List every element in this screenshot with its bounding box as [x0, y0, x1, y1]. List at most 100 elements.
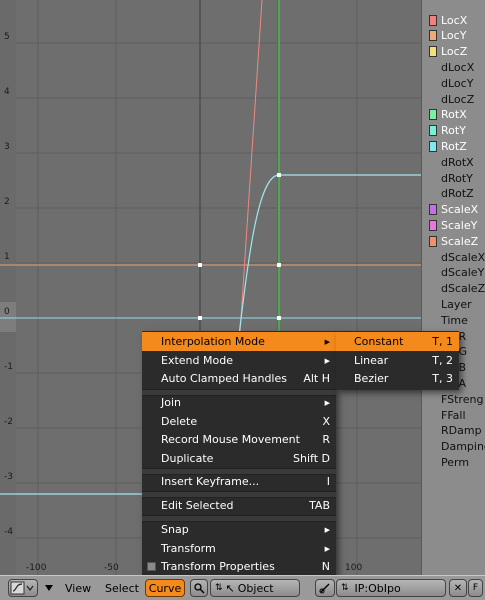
interpolation-submenu[interactable]: Constant T, 1 Linear T, 2 Bezier T, 3: [336, 331, 459, 390]
fake-user-icon[interactable]: F: [468, 579, 483, 597]
channel-label: LocY: [441, 29, 467, 43]
menu-item-label: Linear: [354, 354, 389, 367]
channel-ffall[interactable]: FFall: [422, 407, 485, 423]
channel-time[interactable]: Time: [422, 312, 485, 328]
menu-item-label: Record Mouse Movement: [161, 433, 300, 446]
keyframe-point: [277, 173, 281, 177]
channel-label: RotX: [441, 108, 467, 122]
updown-icon: ⇅: [341, 583, 349, 593]
menu-item-label: Constant: [354, 335, 404, 348]
channel-rotx[interactable]: RotX: [422, 107, 485, 123]
channel-scalez[interactable]: ScaleZ: [422, 233, 485, 249]
channel-drotx[interactable]: dRotX: [422, 154, 485, 170]
channel-layer[interactable]: Layer: [422, 296, 485, 312]
channel-label: FStreng: [441, 392, 484, 406]
menu-item-constant[interactable]: Constant T, 1: [336, 332, 459, 351]
channel-fstreng[interactable]: FStreng: [422, 391, 485, 407]
channel-label: dRotX: [441, 155, 474, 169]
channel-rdamp[interactable]: RDamp: [422, 423, 485, 439]
channel-dscaley[interactable]: dScaleY: [422, 265, 485, 281]
channel-color-swatch[interactable]: [429, 235, 437, 247]
keyframe-point: [198, 316, 202, 320]
menu-item-edit-selected[interactable]: Edit Selected TAB: [142, 496, 336, 515]
y-tick-label: 0: [4, 307, 10, 317]
channel-dscalex[interactable]: dScaleX: [422, 249, 485, 265]
channel-rotz[interactable]: RotZ: [422, 138, 485, 154]
menu-item-shortcut: R: [322, 433, 330, 446]
menu-item-extend-mode[interactable]: Extend Mode ▶: [142, 351, 336, 370]
menu-item-label: Transform Properties: [161, 560, 275, 573]
menu-item-label: Edit Selected: [161, 499, 234, 512]
channel-dscalez[interactable]: dScaleZ: [422, 281, 485, 297]
channel-label: LocX: [441, 13, 468, 27]
channel-color-swatch[interactable]: [429, 140, 437, 152]
editor-type-button[interactable]: [8, 579, 38, 597]
close-icon[interactable]: ✕: [449, 579, 467, 597]
menu-item-delete[interactable]: Delete X: [142, 412, 336, 431]
channel-locz[interactable]: LocZ: [422, 44, 485, 60]
menu-item-transform[interactable]: Transform ▶: [142, 539, 336, 558]
channel-dlocy[interactable]: dLocY: [422, 75, 485, 91]
menu-item-linear[interactable]: Linear T, 2: [336, 351, 459, 370]
x-tick-label: -100: [26, 563, 47, 573]
menu-item-insert-keyframe[interactable]: Insert Keyframe... I: [142, 472, 336, 491]
pin-icon[interactable]: [190, 579, 208, 597]
select-menu[interactable]: Select: [105, 579, 139, 597]
link-icon[interactable]: [315, 579, 335, 597]
channel-color-swatch[interactable]: [429, 30, 437, 42]
channel-list[interactable]: LocX LocY LocZ dLocX dLocY dLocZ RotX RotY RotZ d…: [421, 0, 485, 575]
channel-label: Time: [441, 313, 468, 327]
channel-color-swatch[interactable]: [429, 14, 437, 26]
channel-color-swatch[interactable]: [429, 109, 437, 121]
channel-label: dLocY: [441, 76, 474, 90]
curve-menu[interactable]: Interpolation Mode ▶ Extend Mode ▶ Auto …: [142, 331, 336, 575]
menu-item-label: Transform: [161, 542, 216, 555]
ipo-type-select[interactable]: ⇅ ↖ Object: [210, 579, 300, 597]
y-tick-label: 4: [4, 87, 10, 97]
channel-locy[interactable]: LocY: [422, 28, 485, 44]
channel-scaley[interactable]: ScaleY: [422, 217, 485, 233]
ipo-block-select[interactable]: ⇅ IP:ObIpo: [336, 579, 446, 597]
channel-label: ScaleX: [441, 203, 479, 217]
channel-label: dScaleZ: [441, 282, 485, 296]
channel-color-swatch[interactable]: [429, 204, 437, 216]
view-menu[interactable]: View: [65, 579, 91, 597]
y-tick-label: -1: [4, 362, 13, 372]
channel-dlocx[interactable]: dLocX: [422, 59, 485, 75]
channel-label: dLocX: [441, 60, 475, 74]
channel-color-swatch[interactable]: [429, 46, 437, 58]
y-tick-label: -4: [4, 527, 13, 537]
menu-item-bezier[interactable]: Bezier T, 3: [336, 369, 459, 388]
menu-item-label: Bezier: [354, 372, 389, 385]
menu-item-duplicate[interactable]: Duplicate Shift D: [142, 449, 336, 468]
menu-item-shortcut: X: [322, 415, 330, 428]
curve-menu-button[interactable]: Curve: [145, 579, 185, 597]
object-type-icon: ↖: [225, 581, 235, 595]
menu-item-interpolation-mode[interactable]: Interpolation Mode ▶: [142, 332, 336, 351]
channel-label: RotZ: [441, 139, 467, 153]
menu-item-auto-clamped-handles[interactable]: Auto Clamped Handles Alt H: [142, 369, 336, 388]
channel-droty[interactable]: dRotY: [422, 170, 485, 186]
channel-color-swatch[interactable]: [429, 219, 437, 231]
channel-label: dLocZ: [441, 92, 475, 106]
collapse-header-icon[interactable]: [42, 579, 56, 597]
channel-perm[interactable]: Perm: [422, 454, 485, 470]
checkbox-icon[interactable]: [147, 562, 156, 571]
menu-item-join[interactable]: Join ▶: [142, 393, 336, 412]
channel-scalex[interactable]: ScaleX: [422, 202, 485, 218]
menu-item-shortcut: I: [326, 475, 330, 488]
channel-dlocz[interactable]: dLocZ: [422, 91, 485, 107]
menu-item-transform-properties[interactable]: Transform Properties N: [142, 557, 336, 576]
channel-roty[interactable]: RotY: [422, 123, 485, 139]
channel-color-swatch[interactable]: [429, 125, 437, 137]
channel-label: Perm: [441, 455, 470, 469]
channel-damping[interactable]: Damping: [422, 439, 485, 455]
menu-item-snap[interactable]: Snap ▶: [142, 520, 336, 539]
ipo-block-name: IP:ObIpo: [354, 581, 401, 595]
channel-locx[interactable]: LocX: [422, 12, 485, 28]
ipo-curve-editor[interactable]: 543210-1-2-3-4-100-5050100 LocXLocYLocZd…: [0, 0, 485, 575]
menu-item-label: Auto Clamped Handles: [161, 372, 287, 385]
keyframe-point: [277, 316, 281, 320]
channel-drotz[interactable]: dRotZ: [422, 186, 485, 202]
menu-item-record-mouse-movement[interactable]: Record Mouse Movement R: [142, 430, 336, 449]
